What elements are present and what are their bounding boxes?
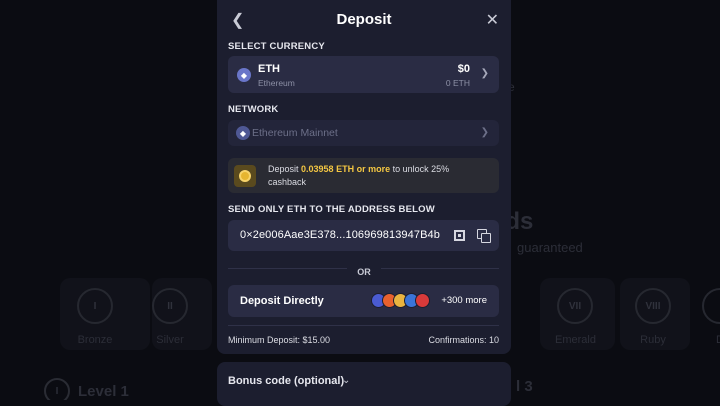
modal-title: Deposit <box>336 11 392 28</box>
network-name: Ethereum Mainnet <box>252 127 338 139</box>
select-currency-label: SELECT CURRENCY <box>228 41 325 52</box>
minimum-deposit: Minimum Deposit: $15.00 <box>228 335 331 345</box>
currency-usd-balance: $0 <box>457 63 470 75</box>
currency-symbol: ETH <box>258 63 280 75</box>
deposit-directly-button[interactable]: Deposit Directly +300 more <box>228 285 499 317</box>
or-separator: OR <box>217 262 511 280</box>
currency-name: Ethereum <box>258 78 295 88</box>
ethereum-icon: ◆ <box>237 68 251 82</box>
coin-stack-icon <box>234 165 256 187</box>
network-select[interactable]: ◆ Ethereum Mainnet ❯ <box>228 120 499 146</box>
chevron-down-icon: ❯ <box>480 68 489 79</box>
modal-header: ❮ Deposit ✕ <box>217 0 511 40</box>
tier-label: D <box>716 334 720 346</box>
level-1-card: I Level 1 <box>44 378 129 400</box>
confirmations: Confirmations: 10 <box>428 335 499 345</box>
tier-badge: I <box>77 288 113 324</box>
level-label: Level 1 <box>78 382 129 400</box>
level-3-card: l 3 <box>516 378 533 395</box>
level-label: l 3 <box>516 378 533 395</box>
qr-code-icon[interactable] <box>454 230 465 241</box>
currency-crypto-balance: 0 ETH <box>445 78 470 88</box>
footer-divider <box>228 325 499 326</box>
cashback-promo-banner: Deposit 0.03958 ETH or more to unlock 25… <box>228 158 499 193</box>
tier-emerald: VII Emerald <box>555 288 596 346</box>
promo-amount: 0.03958 ETH or more <box>301 164 391 174</box>
tier-bronze: I Bronze <box>75 288 115 346</box>
currency-select[interactable]: ◆ ETH Ethereum $0 0 ETH ❯ <box>228 56 499 93</box>
promo-prefix: Deposit <box>268 164 299 174</box>
bonus-code-label: Bonus code (optional) <box>228 375 345 387</box>
tier-badge: II <box>152 288 188 324</box>
deposit-address: 0×2e006Aae3E378...106969813947B4b <box>240 229 440 241</box>
chevron-down-icon: ⌄ <box>342 375 351 386</box>
send-label-suffix: TO THE ADDRESS BELOW <box>309 204 435 215</box>
deposit-directly-label: Deposit Directly <box>240 295 324 307</box>
tier-label: Ruby <box>640 334 666 346</box>
more-methods-count: +300 more <box>441 295 487 306</box>
background-subtext: guaranteed <box>517 240 583 255</box>
network-label: NETWORK <box>228 104 279 115</box>
close-icon[interactable]: ✕ <box>486 10 499 30</box>
send-address-label: SEND ONLY ETH TO THE ADDRESS BELOW <box>228 204 435 215</box>
copy-icon[interactable] <box>477 229 491 243</box>
or-text: OR <box>347 267 381 277</box>
chevron-down-icon: ❯ <box>480 127 489 138</box>
payment-methods-icons <box>371 293 439 309</box>
send-label-currency: ETH <box>287 204 307 215</box>
coin-icon <box>415 293 430 308</box>
tier-label: Emerald <box>555 334 596 346</box>
ethereum-icon: ◆ <box>236 126 250 140</box>
tier-label: Bronze <box>77 334 113 346</box>
tier-badge: VIII <box>635 288 671 324</box>
tier-badge: VII <box>557 288 593 324</box>
level-badge: I <box>44 378 70 400</box>
bonus-code-toggle[interactable]: Bonus code (optional) ⌄ <box>217 362 511 406</box>
tier-silver: II Silver <box>150 288 190 346</box>
tier-label: Silver <box>156 334 184 346</box>
tier-badge <box>702 288 720 324</box>
deposit-address-field[interactable]: 0×2e006Aae3E378...106969813947B4b <box>228 220 499 251</box>
tier-ruby: VIII Ruby <box>633 288 673 346</box>
send-label-prefix: SEND ONLY <box>228 204 285 215</box>
promo-text: Deposit 0.03958 ETH or more to unlock 25… <box>268 163 488 189</box>
tier-partial: D <box>700 288 720 346</box>
deposit-modal: ❮ Deposit ✕ SELECT CURRENCY ◆ ETH Ethere… <box>217 0 511 354</box>
